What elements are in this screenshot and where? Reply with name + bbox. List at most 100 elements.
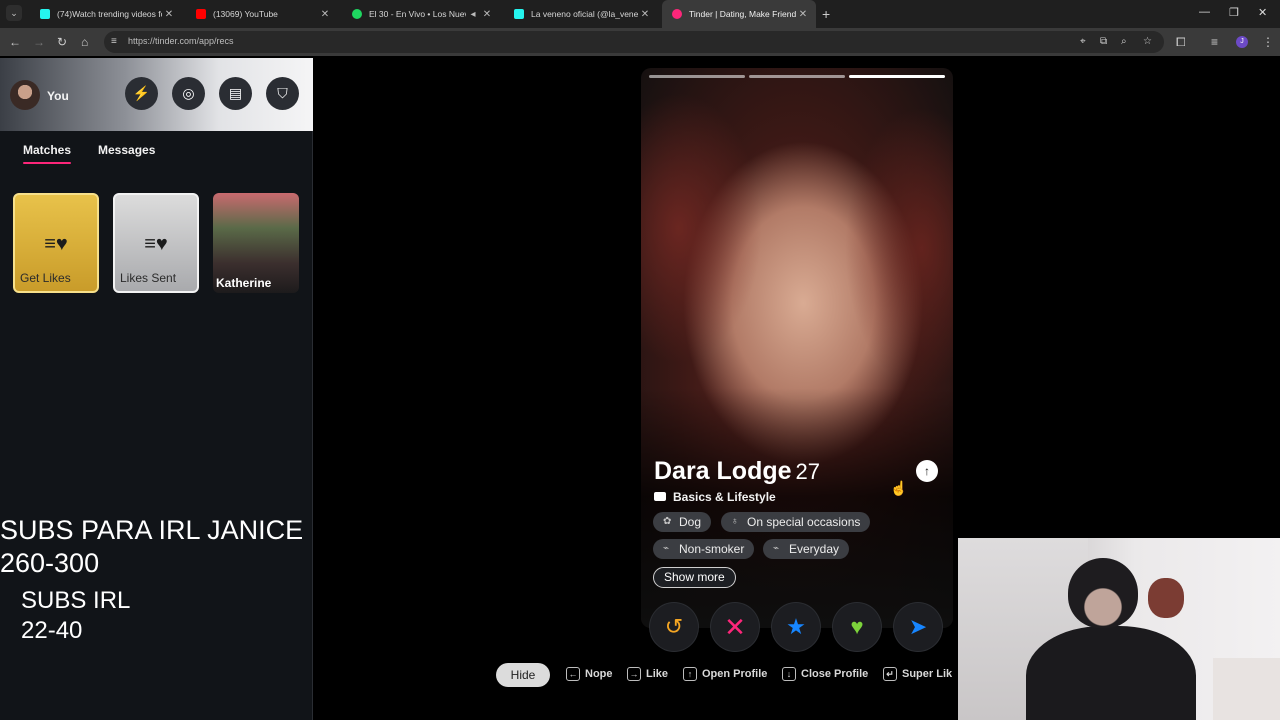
show-more-button[interactable]: Show more — [653, 567, 736, 588]
mouse-cursor-icon: ☝ — [890, 480, 908, 496]
likes-heart-icon: ≡♥ — [144, 233, 168, 255]
close-window-button[interactable]: ✕ — [1258, 6, 1267, 19]
photo-progress-segment[interactable] — [749, 75, 845, 78]
explore-compass-icon[interactable]: ◎ — [172, 77, 205, 110]
rewind-button[interactable]: ↺ — [650, 603, 698, 651]
tab-tinder[interactable]: Tinder | Dating, Make Friends & ✕ — [662, 0, 816, 28]
spotify-icon — [352, 9, 362, 19]
tab-messages[interactable]: Messages — [98, 143, 155, 157]
hint-open-profile: ↑ Open Profile — [683, 667, 767, 681]
address-bar[interactable]: ≡ https://tinder.com/app/recs ⌖ ⧉ ⌕ ☆ — [104, 31, 1164, 53]
hint-label: Close Profile — [801, 668, 869, 680]
hint-like: → Like — [627, 667, 668, 681]
home-icon[interactable]: ⌂ — [81, 35, 88, 49]
close-icon[interactable]: ✕ — [480, 9, 494, 20]
enter-key-icon: ↵ — [883, 667, 897, 681]
sidebar-header: You ⚡ ◎ ▤ ⛉ — [0, 58, 313, 131]
super-like-button[interactable]: ★ — [772, 603, 820, 651]
overlay-text-line: SUBS IRL — [21, 587, 131, 614]
arrow-right-key-icon: → — [627, 667, 641, 681]
overlay-text-line: SUBS PARA IRL JANICE — [0, 515, 304, 545]
tiktok-icon — [514, 9, 524, 19]
install-app-icon[interactable]: ⧉ — [1100, 36, 1107, 47]
glass-icon: ♁ — [731, 516, 739, 527]
restore-button[interactable]: ❐ — [1229, 6, 1239, 19]
boost-lightning-icon[interactable]: ⚡ — [125, 77, 158, 110]
send-message-button[interactable]: ➤ — [894, 603, 942, 651]
hint-label: Nope — [585, 668, 613, 680]
overlay-text-line: 260-300 — [0, 548, 100, 578]
paw-icon: ✿ — [663, 516, 672, 527]
arrow-up-key-icon: ↑ — [683, 667, 697, 681]
webcam-desk — [1213, 658, 1280, 720]
bookmark-star-icon[interactable]: ☆ — [1143, 36, 1152, 47]
profile-age: 27 — [795, 459, 821, 484]
profile-avatar[interactable]: J — [1236, 36, 1248, 48]
webcam-feed — [958, 538, 1280, 720]
chip-label: Dog — [679, 515, 702, 529]
webcam-person-body — [1026, 626, 1196, 720]
open-profile-arrow-icon[interactable]: ↑ — [916, 460, 938, 482]
match-name: Katherine — [216, 276, 272, 290]
user-label[interactable]: You — [47, 89, 69, 103]
profile-category: Basics & Lifestyle — [654, 490, 776, 504]
tab-tiktok-trending[interactable]: (74)Watch trending videos for y ✕ — [30, 0, 182, 28]
menu-icon[interactable]: ⋮ — [1262, 35, 1274, 49]
tinder-icon — [672, 9, 682, 19]
chip-drinking: ♁ On special occasions — [721, 512, 871, 532]
new-tab-button[interactable]: + — [822, 6, 830, 22]
webcam-object — [1148, 578, 1184, 618]
hint-close-profile: ↓ Close Profile — [782, 667, 868, 681]
site-info-icon[interactable]: ≡ — [111, 36, 117, 47]
tab-title: La veneno oficial (@la_venenito — [531, 9, 638, 19]
likes-heart-icon: ≡♥ — [44, 233, 68, 255]
forward-arrow-icon[interactable]: → — [33, 35, 45, 49]
tab-title: El 30 - En Vivo • Los Nuevo — [369, 9, 466, 19]
minimize-button[interactable]: — — [1199, 6, 1210, 18]
close-icon[interactable]: ✕ — [638, 9, 652, 20]
tab-spotify[interactable]: El 30 - En Vivo • Los Nuevo ◂ ✕ — [342, 0, 500, 28]
tab-title: Tinder | Dating, Make Friends & — [689, 9, 796, 19]
location-icon[interactable]: ⌖ — [1080, 36, 1086, 47]
overlay-text-line: 22-40 — [21, 617, 83, 644]
shield-icon[interactable]: ⛉ — [266, 77, 299, 110]
tab-youtube[interactable]: (13069) YouTube ✕ — [186, 0, 338, 28]
avatar[interactable] — [10, 80, 40, 110]
likes-sent-card[interactable]: ≡♥ Likes Sent — [113, 193, 199, 293]
close-icon[interactable]: ✕ — [162, 9, 176, 20]
match-card[interactable]: Katherine — [213, 193, 299, 293]
hint-label: Like — [646, 668, 669, 680]
card-label: Get Likes — [20, 271, 71, 285]
nope-button[interactable]: ✕ — [711, 603, 759, 651]
briefcase-icon[interactable]: ▤ — [219, 77, 252, 110]
dumbbell-icon: ⌁ — [773, 543, 780, 554]
media-control-icon[interactable]: ≡ — [1211, 35, 1218, 49]
reload-icon[interactable]: ↻ — [57, 35, 67, 49]
smoking-icon: ⌁ — [663, 543, 670, 554]
chip-smoking: ⌁ Non-smoker — [653, 539, 755, 559]
speaker-icon: ◂ — [470, 8, 476, 20]
chip-workout: ⌁ Everyday — [763, 539, 850, 559]
extensions-icon[interactable]: ⧠ — [1176, 35, 1186, 50]
photo-progress-segment[interactable] — [649, 75, 745, 78]
hint-nope: ← Nope — [566, 667, 613, 681]
arrow-down-key-icon: ↓ — [782, 667, 796, 681]
get-likes-card[interactable]: ≡♥ Get Likes — [13, 193, 99, 293]
tab-tiktok-profile[interactable]: La veneno oficial (@la_venenito ✕ — [504, 0, 658, 28]
close-icon[interactable]: ✕ — [318, 9, 332, 20]
photo-progress-segment-current[interactable] — [849, 75, 945, 78]
hide-hints-button[interactable]: Hide — [496, 663, 550, 687]
chip-pets: ✿ Dog — [653, 512, 712, 532]
zoom-icon[interactable]: ⌕ — [1121, 36, 1127, 47]
youtube-icon — [196, 9, 206, 19]
sidebar-tabs: Matches Messages — [0, 131, 313, 171]
close-icon[interactable]: ✕ — [796, 9, 810, 20]
tab-search-button[interactable]: ⌄ — [6, 5, 22, 21]
back-arrow-icon[interactable]: ← — [9, 35, 21, 49]
like-button[interactable]: ♥ — [833, 603, 881, 651]
profile-card[interactable]: Dara Lodge 27 ↑ Basics & Lifestyle ✿ Dog ♁… — [641, 68, 953, 628]
tag-icon — [654, 492, 666, 501]
webcam-person-head — [1068, 558, 1138, 628]
photo-gradient — [641, 388, 953, 628]
tab-matches[interactable]: Matches — [23, 143, 72, 164]
